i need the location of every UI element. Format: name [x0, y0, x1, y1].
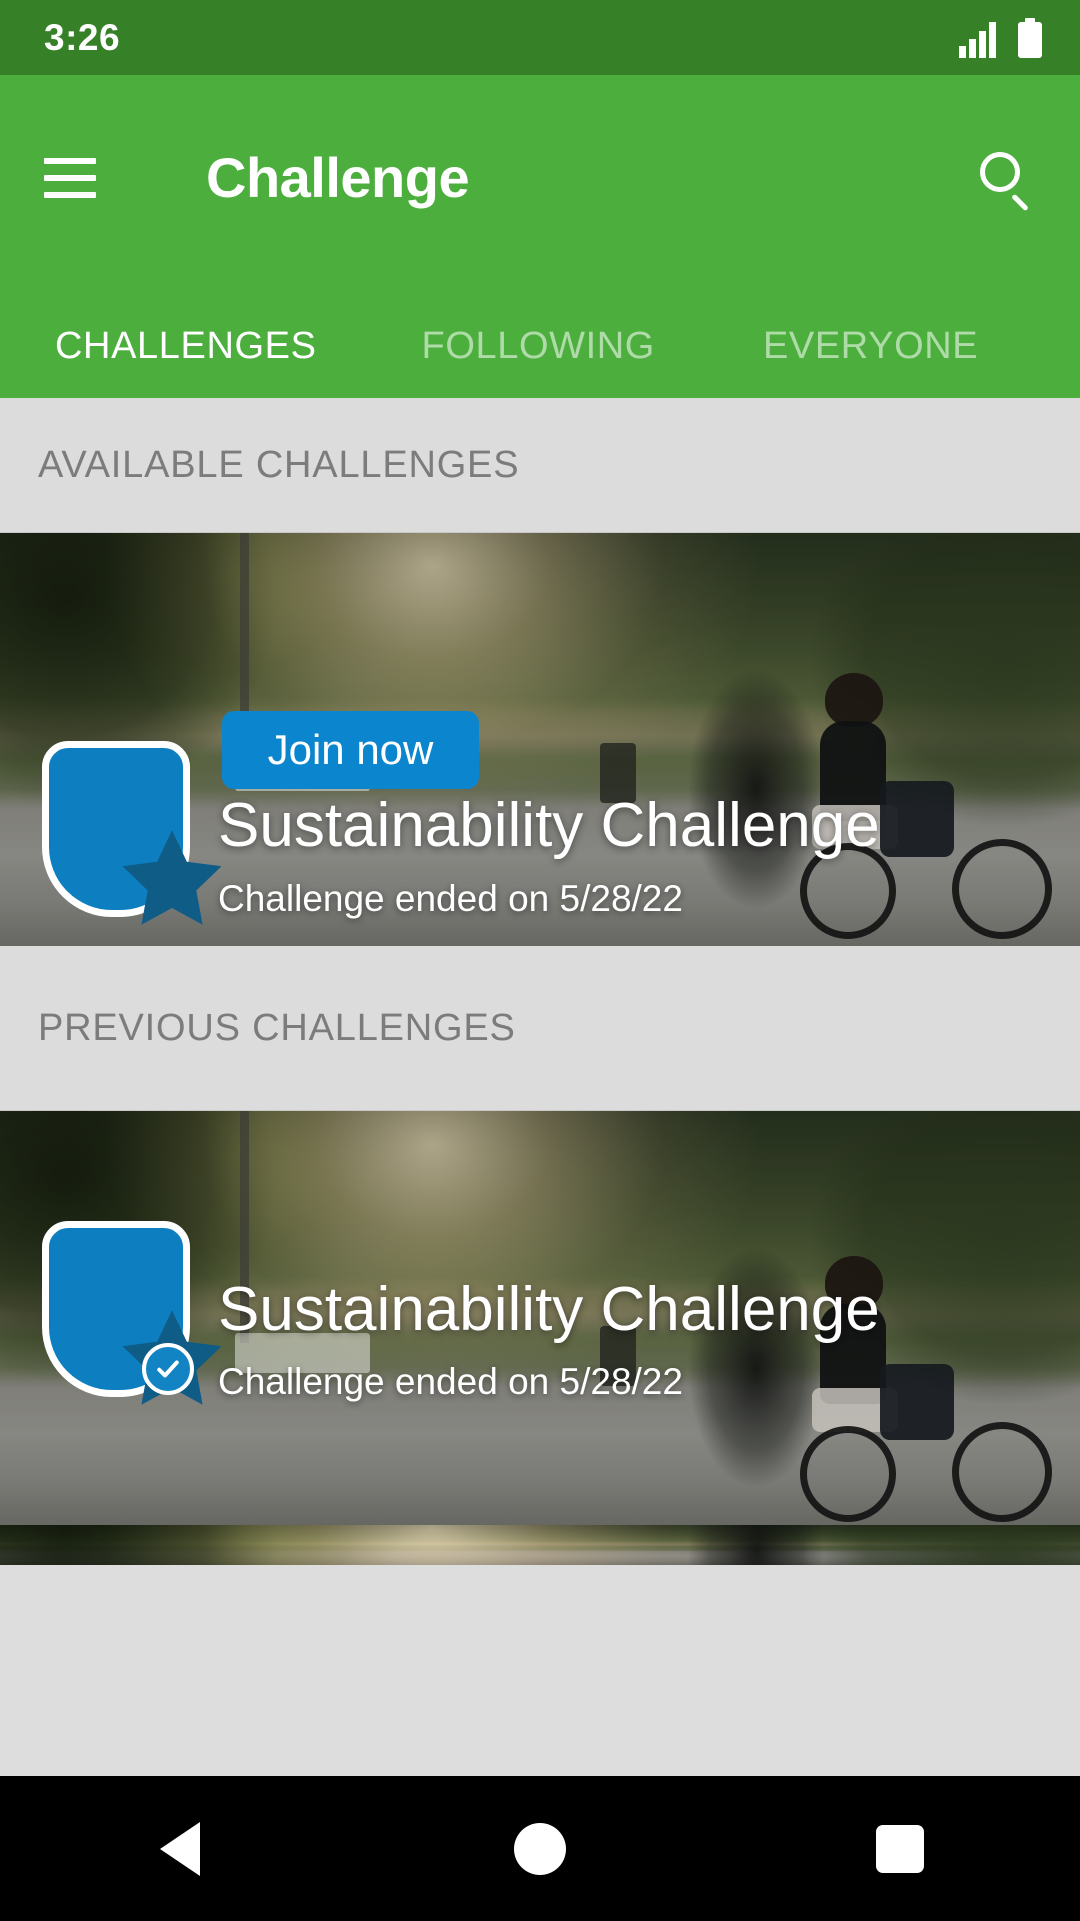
app-bar: Challenge CHALLENGES FOLLOWING EVERYONE [0, 75, 1080, 398]
check-circle-icon [142, 1343, 194, 1395]
nav-home-button[interactable] [450, 1799, 630, 1899]
page-title: Challenge [206, 145, 470, 209]
join-now-button[interactable]: Join now [222, 711, 479, 789]
signal-bars-icon [959, 21, 996, 58]
card-title: Sustainability Challenge [218, 791, 880, 860]
app-root: 3:26 Challenge CHALLENGES FOLLOWING EVER… [0, 0, 1080, 1921]
status-bar: 3:26 [0, 0, 1080, 75]
shield-star-badge-icon [42, 1221, 222, 1405]
tab-following[interactable]: FOLLOWING [422, 325, 655, 368]
card-subtitle: Challenge ended on 5/28/22 [218, 878, 683, 919]
hamburger-menu-icon[interactable] [44, 157, 96, 198]
nav-recents-button[interactable] [810, 1799, 990, 1899]
recents-square-icon [876, 1824, 924, 1873]
shield-star-badge-icon [42, 741, 222, 925]
challenge-card-next-partial[interactable] [0, 1525, 1080, 1565]
back-triangle-icon [160, 1821, 200, 1876]
status-time: 3:26 [44, 17, 121, 58]
search-icon[interactable] [976, 148, 1036, 211]
system-navigation-bar [0, 1776, 1080, 1921]
tab-challenges[interactable]: CHALLENGES [55, 325, 317, 368]
section-header-available: AVAILABLE CHALLENGES [0, 398, 1080, 533]
challenge-card-previous[interactable]: Sustainability Challenge Challenge ended… [0, 1111, 1080, 1525]
card-background-photo [0, 1525, 1080, 1565]
card-subtitle: Challenge ended on 5/28/22 [218, 1361, 683, 1402]
challenge-card-available[interactable]: Join now Sustainability Challenge Challe… [0, 533, 1080, 946]
tab-everyone[interactable]: EVERYONE [763, 325, 978, 368]
card-title: Sustainability Challenge [218, 1275, 880, 1344]
home-circle-icon [514, 1822, 566, 1875]
battery-full-icon [1018, 17, 1042, 58]
app-bar-top-row: Challenge [0, 75, 1080, 280]
nav-back-button[interactable] [90, 1799, 270, 1899]
status-icon-group [959, 17, 1042, 58]
section-header-previous: PREVIOUS CHALLENGES [0, 946, 1080, 1111]
tab-bar: CHALLENGES FOLLOWING EVERYONE [0, 280, 1080, 398]
